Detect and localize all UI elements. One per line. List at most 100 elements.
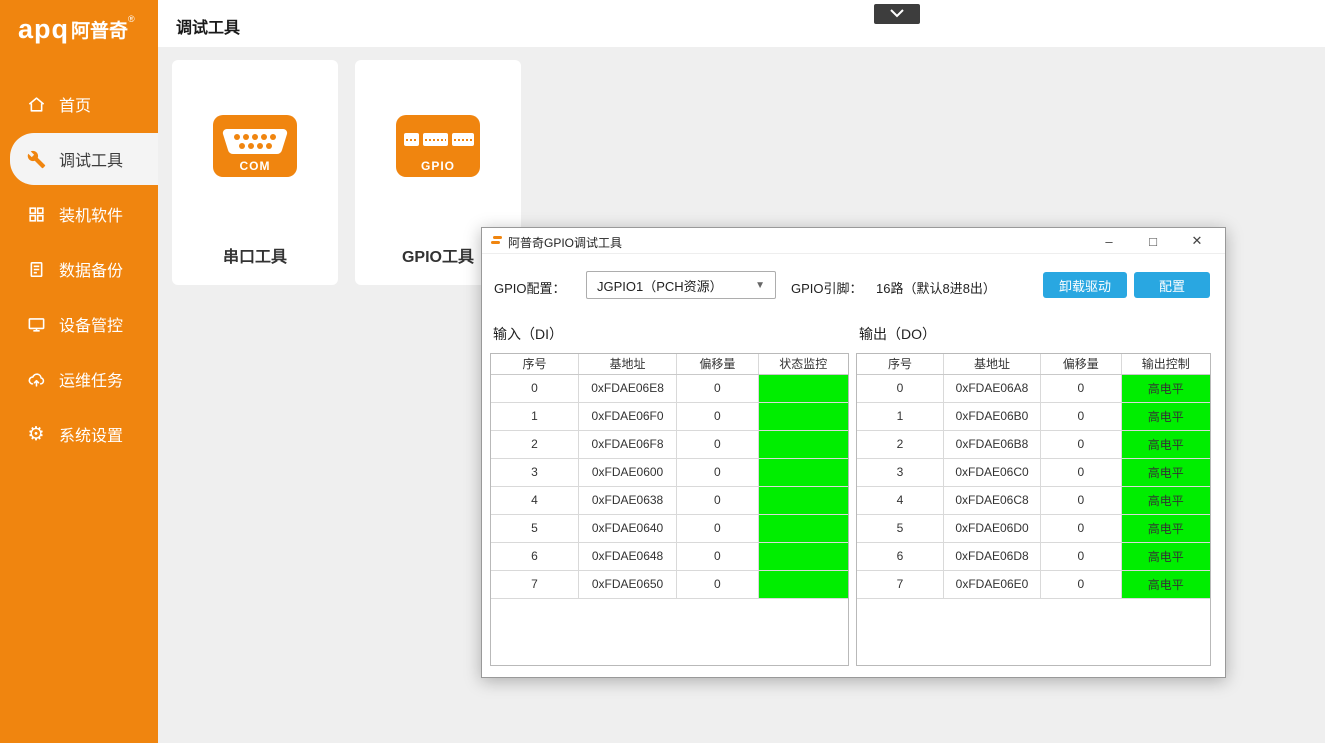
table-row: 60xFDAE06D80高电平 — [857, 542, 1210, 570]
gpio-config-row: GPIO配置： JGPIO1（PCH资源） ▼ GPIO引脚： 16路（默认8进… — [482, 271, 1227, 299]
di-header-row: 序号基地址偏移量状态监控 — [491, 354, 848, 374]
table-cell: 0xFDAE06B8 — [943, 430, 1040, 458]
do-output-control-cell[interactable]: 高电平 — [1121, 570, 1210, 598]
table-row: 10xFDAE06F00 — [491, 402, 848, 430]
sidebar-item-debug-tools[interactable]: 调试工具 — [10, 133, 158, 185]
sidebar-item-label: 数据备份 — [59, 257, 123, 281]
gpio-config-label: GPIO配置： — [494, 278, 566, 297]
column-header: 序号 — [857, 354, 943, 374]
table-cell: 0xFDAE06B0 — [943, 402, 1040, 430]
table-cell: 0xFDAE06C0 — [943, 458, 1040, 486]
table-cell: 0 — [677, 486, 758, 514]
sidebar-item-data-backup[interactable]: 数据备份 — [0, 247, 158, 291]
com-port-icon: COM — [213, 115, 297, 177]
window-controls: – □ ✕ — [1087, 228, 1219, 254]
app-icon — [491, 236, 502, 246]
table-cell: 0xFDAE0640 — [578, 514, 676, 542]
sidebar-item-label: 运维任务 — [59, 367, 123, 391]
com-icon-caption: COM — [240, 160, 271, 172]
collapse-panel-button[interactable] — [874, 4, 920, 24]
di-section-label: 输入（DI） — [493, 324, 563, 344]
sidebar-item-ops-tasks[interactable]: 运维任务 — [0, 357, 158, 401]
di-status-cell[interactable] — [758, 402, 848, 430]
gpio-terminal-icon: GPIO — [396, 115, 480, 177]
gpio-pins-label: GPIO引脚： — [791, 278, 863, 297]
di-table: 序号基地址偏移量状态监控 00xFDAE06E8010xFDAE06F0020x… — [490, 353, 849, 666]
table-cell: 4 — [491, 486, 578, 514]
dialog-title: 阿普奇GPIO调试工具 — [508, 234, 622, 251]
dialog-titlebar[interactable]: 阿普奇GPIO调试工具 – □ ✕ — [482, 228, 1225, 254]
select-caret-icon: ▼ — [755, 280, 765, 291]
chevron-down-icon — [889, 5, 905, 23]
table-cell: 2 — [857, 430, 943, 458]
table-cell: 0 — [1041, 486, 1121, 514]
page-title: 调试工具 — [176, 14, 240, 38]
brand-logo: apq阿普奇® — [18, 14, 135, 45]
table-cell: 0xFDAE06F0 — [578, 402, 676, 430]
column-header: 偏移量 — [1041, 354, 1121, 374]
do-output-control-cell[interactable]: 高电平 — [1121, 430, 1210, 458]
gear-icon: ⚙ — [26, 424, 46, 444]
close-button[interactable]: ✕ — [1175, 228, 1219, 254]
do-output-control-cell[interactable]: 高电平 — [1121, 514, 1210, 542]
do-section-label: 输出（DO） — [859, 324, 936, 344]
do-output-control-cell[interactable]: 高电平 — [1121, 458, 1210, 486]
column-header: 状态监控 — [758, 354, 848, 374]
table-cell: 4 — [857, 486, 943, 514]
do-header-row: 序号基地址偏移量输出控制 — [857, 354, 1210, 374]
sidebar-item-system-settings[interactable]: ⚙ 系统设置 — [0, 412, 158, 456]
di-status-cell[interactable] — [758, 486, 848, 514]
configure-button[interactable]: 配置 — [1134, 272, 1210, 298]
table-row: 50xFDAE06400 — [491, 514, 848, 542]
table-cell: 0xFDAE06A8 — [943, 374, 1040, 402]
table-cell: 0 — [491, 374, 578, 402]
table-cell: 0xFDAE06D0 — [943, 514, 1040, 542]
table-cell: 0 — [1041, 402, 1121, 430]
do-table: 序号基地址偏移量输出控制 00xFDAE06A80高电平10xFDAE06B00… — [856, 353, 1211, 666]
table-row: 10xFDAE06B00高电平 — [857, 402, 1210, 430]
table-row: 70xFDAE06E00高电平 — [857, 570, 1210, 598]
do-output-control-cell[interactable]: 高电平 — [1121, 486, 1210, 514]
table-cell: 7 — [491, 570, 578, 598]
do-output-control-cell[interactable]: 高电平 — [1121, 542, 1210, 570]
table-cell: 0xFDAE0648 — [578, 542, 676, 570]
sidebar-item-home[interactable]: 首页 — [0, 82, 158, 126]
unload-driver-button[interactable]: 卸载驱动 — [1043, 272, 1127, 298]
serial-tool-card[interactable]: COM 串口工具 — [172, 60, 338, 285]
table-cell: 0xFDAE06E8 — [578, 374, 676, 402]
sidebar-item-label: 调试工具 — [59, 147, 123, 171]
column-header: 基地址 — [943, 354, 1040, 374]
grid-icon — [26, 204, 46, 224]
table-cell: 0xFDAE0638 — [578, 486, 676, 514]
sidebar-item-device-control[interactable]: 设备管控 — [0, 302, 158, 346]
table-cell: 5 — [491, 514, 578, 542]
table-row: 60xFDAE06480 — [491, 542, 848, 570]
table-cell: 0 — [1041, 514, 1121, 542]
sidebar-item-label: 首页 — [59, 92, 91, 116]
di-status-cell[interactable] — [758, 542, 848, 570]
column-header: 偏移量 — [677, 354, 758, 374]
sidebar-item-install-software[interactable]: 装机软件 — [0, 192, 158, 236]
di-status-cell[interactable] — [758, 458, 848, 486]
di-status-cell[interactable] — [758, 374, 848, 402]
di-status-cell[interactable] — [758, 514, 848, 542]
di-status-cell[interactable] — [758, 570, 848, 598]
table-cell: 0 — [677, 542, 758, 570]
gpio-config-select[interactable]: JGPIO1（PCH资源） ▼ — [586, 271, 776, 299]
wrench-icon — [26, 149, 46, 169]
table-cell: 0 — [1041, 542, 1121, 570]
column-header: 输出控制 — [1121, 354, 1210, 374]
gpio-debug-dialog: 阿普奇GPIO调试工具 – □ ✕ GPIO配置： JGPIO1（PCH资源） … — [481, 227, 1226, 678]
table-row: 40xFDAE06C80高电平 — [857, 486, 1210, 514]
maximize-button[interactable]: □ — [1131, 228, 1175, 254]
app-window: 调试工具 COM 串口工具 — [0, 0, 1325, 743]
do-output-control-cell[interactable]: 高电平 — [1121, 374, 1210, 402]
table-cell: 0xFDAE06D8 — [943, 542, 1040, 570]
table-row: 00xFDAE06E80 — [491, 374, 848, 402]
table-row: 70xFDAE06500 — [491, 570, 848, 598]
table-cell: 0xFDAE0600 — [578, 458, 676, 486]
do-output-control-cell[interactable]: 高电平 — [1121, 402, 1210, 430]
minimize-button[interactable]: – — [1087, 228, 1131, 254]
di-status-cell[interactable] — [758, 430, 848, 458]
home-icon — [26, 94, 46, 114]
